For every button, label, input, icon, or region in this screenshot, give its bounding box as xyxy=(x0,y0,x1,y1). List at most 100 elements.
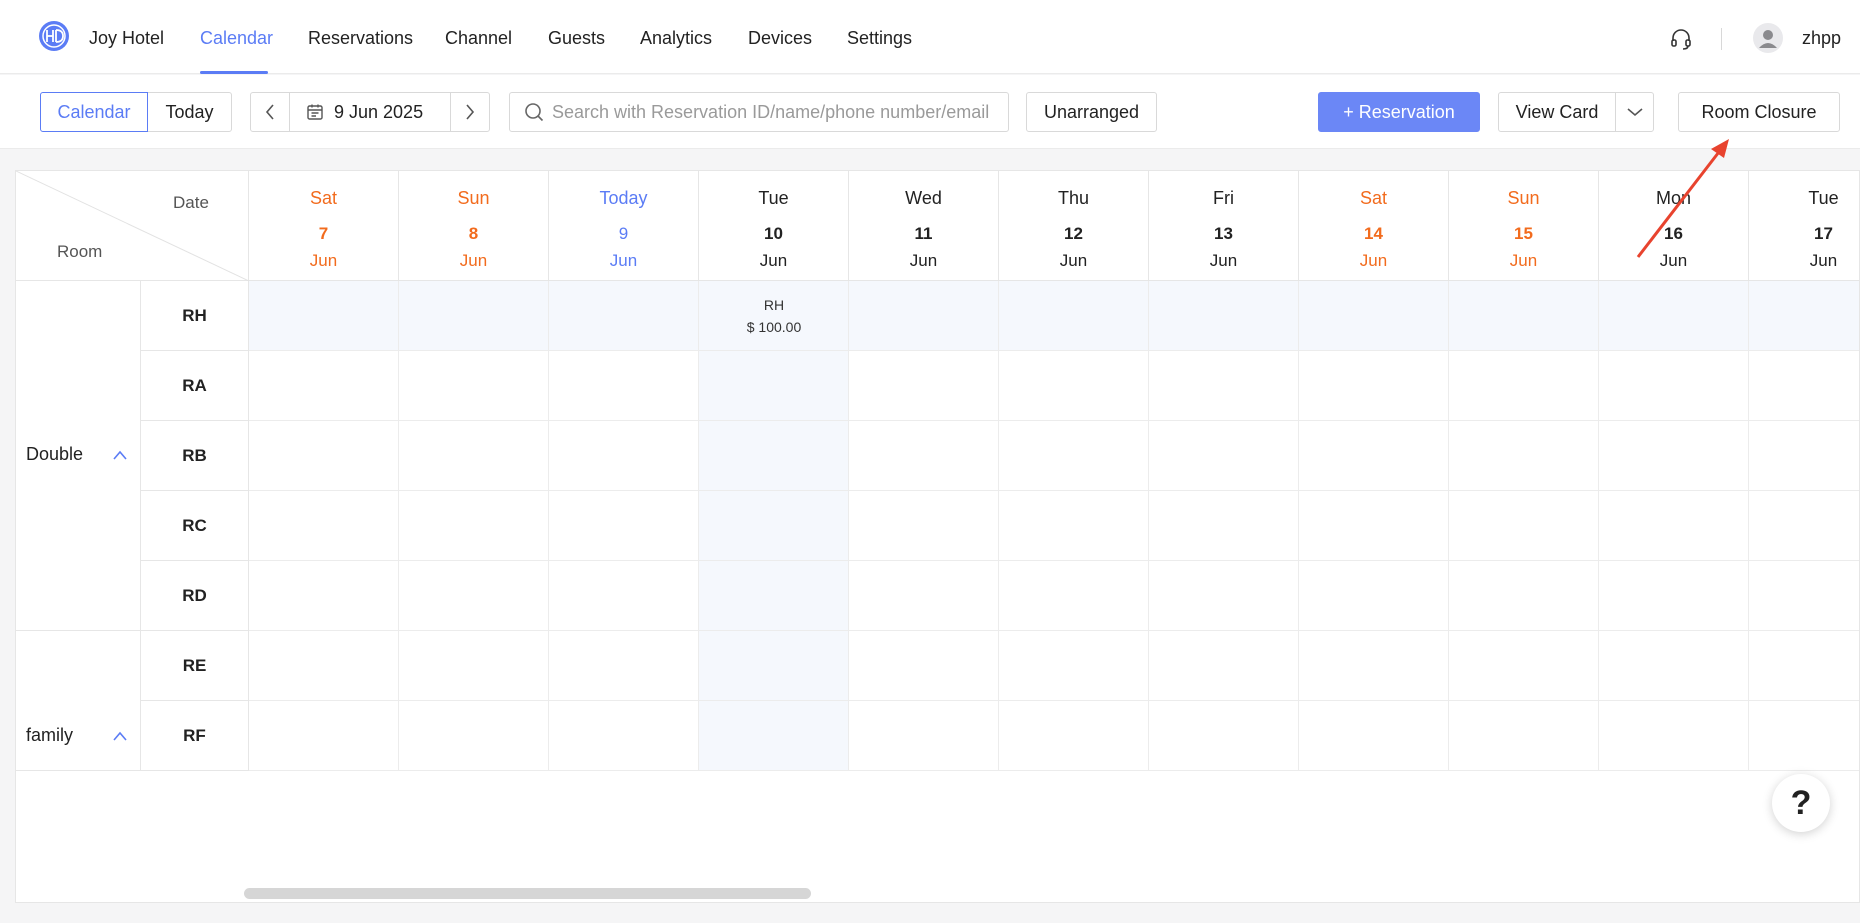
calendar-cell[interactable] xyxy=(1749,281,1859,351)
calendar-cell[interactable] xyxy=(999,561,1149,631)
calendar-cell[interactable] xyxy=(1749,561,1859,631)
horizontal-scrollbar[interactable] xyxy=(244,888,811,899)
nav-guests[interactable]: Guests xyxy=(548,28,605,49)
rate-cell-text[interactable]: RH $ 100.00 xyxy=(699,294,849,338)
calendar-cell[interactable] xyxy=(1149,701,1299,771)
add-reservation-button[interactable]: + Reservation xyxy=(1318,92,1480,132)
calendar-cell[interactable] xyxy=(549,631,699,701)
calendar-cell[interactable] xyxy=(1449,421,1599,491)
calendar-cell[interactable] xyxy=(549,701,699,771)
calendar-cell[interactable] xyxy=(699,491,849,561)
username[interactable]: zhpp xyxy=(1802,28,1841,49)
calendar-cell[interactable] xyxy=(1299,701,1449,771)
calendar-cell[interactable] xyxy=(1299,491,1449,561)
nav-channel[interactable]: Channel xyxy=(445,28,512,49)
next-date-button[interactable] xyxy=(450,92,490,132)
calendar-cell[interactable] xyxy=(399,631,549,701)
calendar-cell[interactable] xyxy=(249,351,399,421)
calendar-cell[interactable] xyxy=(549,281,699,351)
calendar-view-button[interactable]: Calendar xyxy=(40,92,148,132)
calendar-cell[interactable] xyxy=(1749,351,1859,421)
calendar-cell[interactable] xyxy=(249,491,399,561)
date-picker[interactable]: 9 Jun 2025 xyxy=(289,92,451,132)
calendar-cell[interactable] xyxy=(249,421,399,491)
collapse-chevron-up-icon[interactable] xyxy=(113,731,127,741)
calendar-cell[interactable] xyxy=(849,631,999,701)
calendar-cell[interactable] xyxy=(1599,631,1749,701)
calendar-cell[interactable] xyxy=(1599,421,1749,491)
nav-analytics[interactable]: Analytics xyxy=(640,28,712,49)
calendar-cell[interactable] xyxy=(1299,351,1449,421)
room-closure-button[interactable]: Room Closure xyxy=(1678,92,1840,132)
view-card-dropdown-button[interactable] xyxy=(1615,92,1654,132)
calendar-cell[interactable] xyxy=(699,561,849,631)
collapse-chevron-up-icon[interactable] xyxy=(113,450,127,460)
calendar-cell[interactable] xyxy=(1749,631,1859,701)
calendar-cell[interactable] xyxy=(249,701,399,771)
previous-date-button[interactable] xyxy=(250,92,290,132)
calendar-cell[interactable] xyxy=(999,421,1149,491)
calendar-cell[interactable] xyxy=(1299,631,1449,701)
calendar-cell[interactable] xyxy=(699,351,849,421)
calendar-cell[interactable] xyxy=(849,561,999,631)
calendar-cell[interactable] xyxy=(1299,281,1449,351)
nav-reservations[interactable]: Reservations xyxy=(308,28,413,49)
calendar-cell[interactable] xyxy=(1149,281,1299,351)
calendar-cell[interactable] xyxy=(1749,491,1859,561)
calendar-cell[interactable] xyxy=(699,421,849,491)
calendar-cell[interactable] xyxy=(849,491,999,561)
nav-settings[interactable]: Settings xyxy=(847,28,912,49)
search-box[interactable] xyxy=(509,92,1009,132)
calendar-cell[interactable] xyxy=(1749,701,1859,771)
calendar-cell[interactable] xyxy=(1599,491,1749,561)
headset-support-icon[interactable] xyxy=(1670,28,1692,50)
calendar-cell[interactable] xyxy=(549,421,699,491)
calendar-cell[interactable] xyxy=(999,281,1149,351)
nav-devices[interactable]: Devices xyxy=(748,28,812,49)
calendar-cell[interactable] xyxy=(1149,351,1299,421)
calendar-cell[interactable] xyxy=(849,421,999,491)
calendar-cell[interactable] xyxy=(399,561,549,631)
calendar-cell[interactable] xyxy=(1449,491,1599,561)
calendar-cell[interactable] xyxy=(399,421,549,491)
calendar-cell[interactable] xyxy=(999,701,1149,771)
calendar-cell[interactable] xyxy=(999,491,1149,561)
calendar-cell[interactable] xyxy=(1449,351,1599,421)
help-button[interactable]: ? xyxy=(1772,774,1830,832)
calendar-cell[interactable] xyxy=(1149,421,1299,491)
calendar-cell[interactable] xyxy=(1599,351,1749,421)
calendar-cell[interactable] xyxy=(1599,701,1749,771)
calendar-cell[interactable] xyxy=(849,351,999,421)
calendar-cell[interactable] xyxy=(699,701,849,771)
calendar-cell[interactable] xyxy=(399,491,549,561)
search-input[interactable] xyxy=(552,101,992,123)
calendar-cell[interactable] xyxy=(699,631,849,701)
calendar-cell[interactable] xyxy=(399,281,549,351)
today-button[interactable]: Today xyxy=(147,92,232,132)
calendar-cell[interactable] xyxy=(1149,561,1299,631)
calendar-cell[interactable] xyxy=(849,281,999,351)
calendar-cell[interactable] xyxy=(999,351,1149,421)
calendar-cell[interactable] xyxy=(849,701,999,771)
calendar-cell[interactable] xyxy=(549,491,699,561)
calendar-cell[interactable] xyxy=(1449,561,1599,631)
calendar-cell[interactable] xyxy=(999,631,1149,701)
calendar-cell[interactable] xyxy=(1299,561,1449,631)
avatar[interactable] xyxy=(1753,23,1783,53)
calendar-cell[interactable] xyxy=(1149,631,1299,701)
nav-calendar[interactable]: Calendar xyxy=(200,28,273,49)
calendar-cell[interactable] xyxy=(1749,421,1859,491)
calendar-cell[interactable] xyxy=(549,561,699,631)
calendar-cell[interactable] xyxy=(1149,491,1299,561)
calendar-cell[interactable] xyxy=(549,351,699,421)
calendar-cell[interactable] xyxy=(249,281,399,351)
calendar-cell[interactable] xyxy=(1449,701,1599,771)
calendar-cell[interactable] xyxy=(249,631,399,701)
calendar-cell[interactable] xyxy=(1449,631,1599,701)
calendar-cell[interactable] xyxy=(1599,561,1749,631)
calendar-cell[interactable] xyxy=(1599,281,1749,351)
unarranged-button[interactable]: Unarranged xyxy=(1026,92,1157,132)
calendar-cell[interactable] xyxy=(399,351,549,421)
calendar-cell[interactable] xyxy=(1449,281,1599,351)
calendar-cell[interactable] xyxy=(399,701,549,771)
